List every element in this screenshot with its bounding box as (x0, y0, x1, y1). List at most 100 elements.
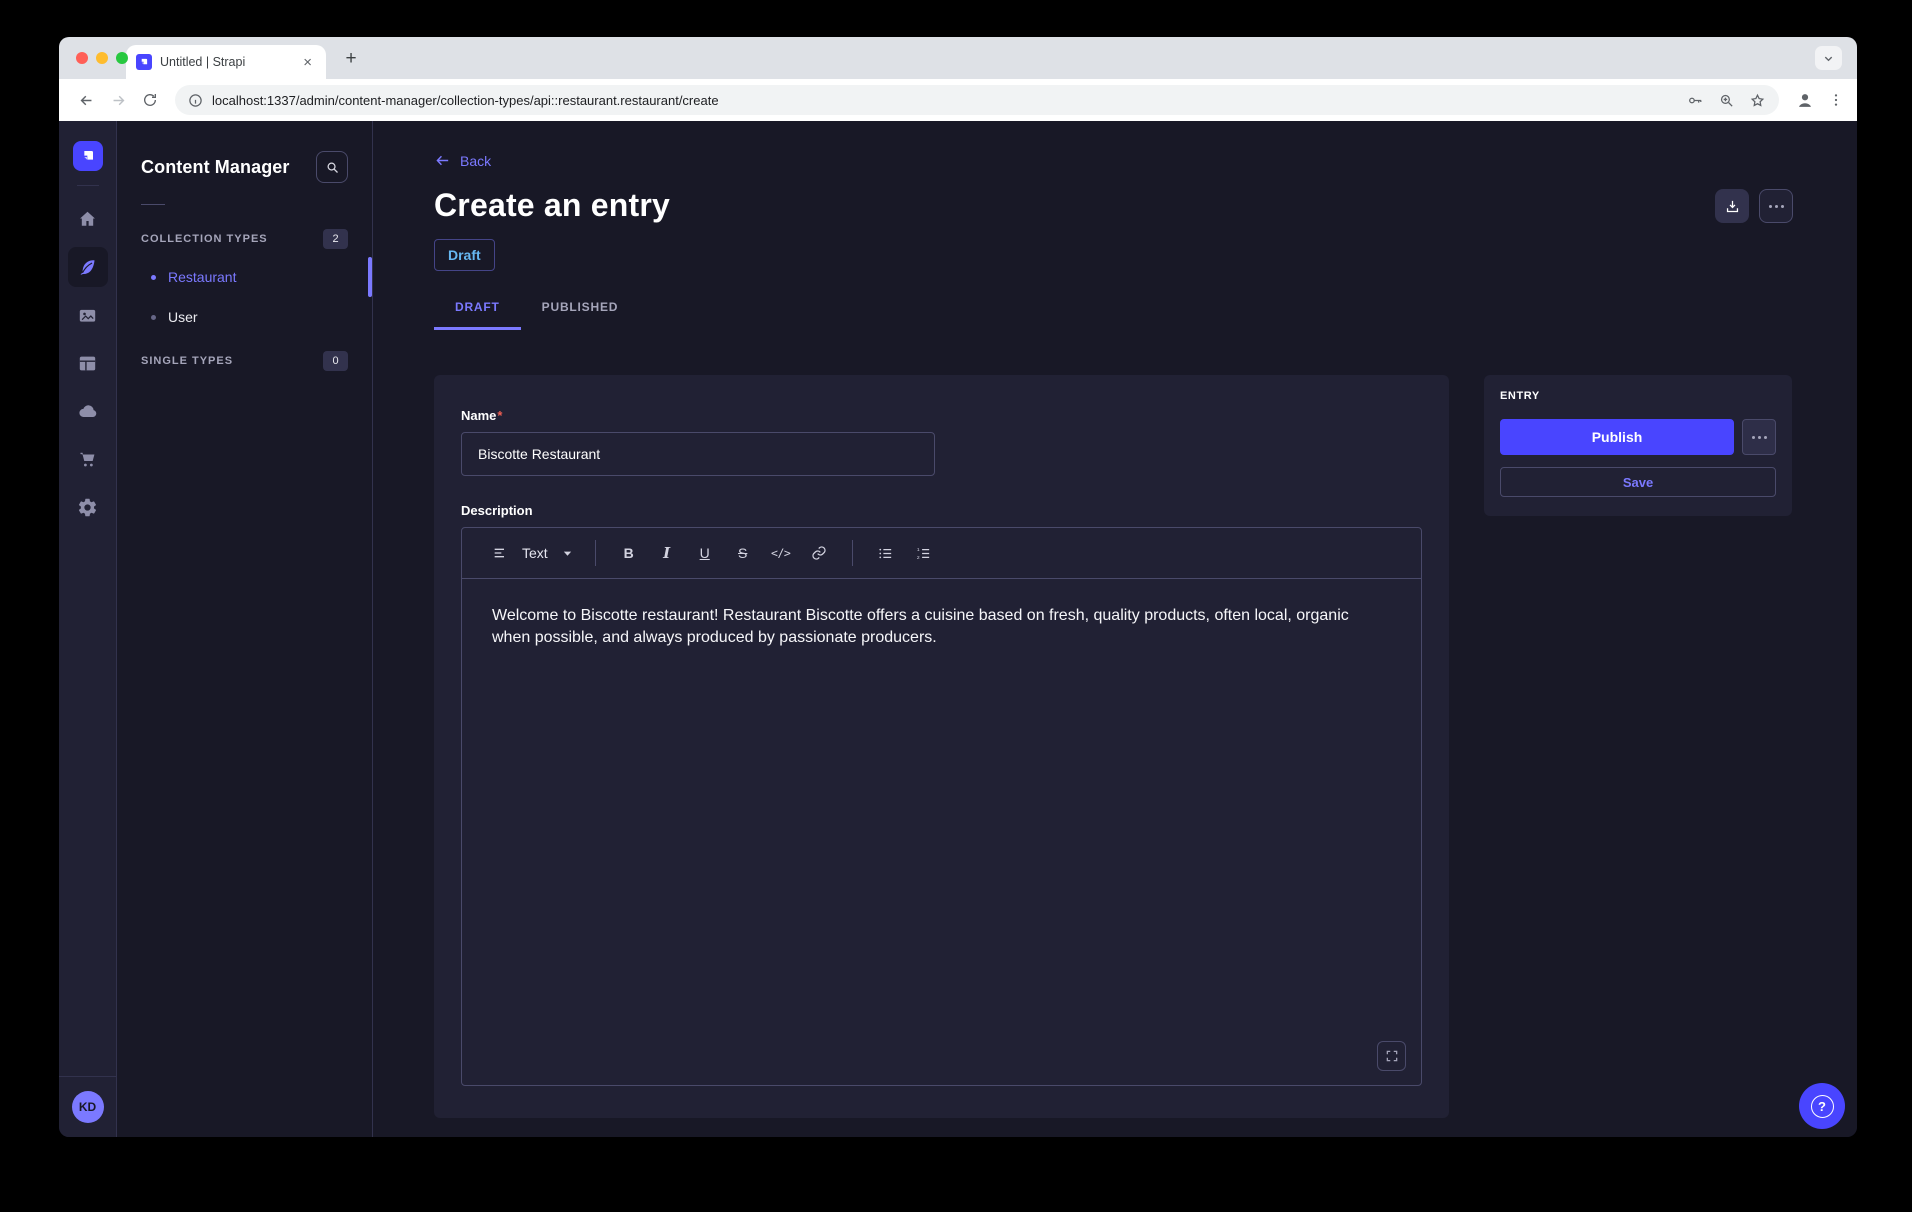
rich-text-editor: Text B I U S </> (461, 527, 1422, 1086)
entry-more-button[interactable] (1742, 419, 1776, 455)
expand-editor-button[interactable] (1377, 1041, 1406, 1071)
tab-close-icon[interactable]: × (299, 53, 316, 72)
svg-text:2: 2 (917, 555, 920, 561)
name-input[interactable] (461, 432, 935, 476)
subnav-divider (141, 204, 165, 205)
more-actions-button[interactable] (1759, 189, 1793, 223)
editor-toolbar: Text B I U S </> (462, 528, 1421, 579)
layout-icon (77, 353, 98, 374)
numbered-list-icon: 12 (915, 545, 932, 562)
feather-pen-icon (77, 257, 98, 278)
browser-toolbar: localhost:1337/admin/content-manager/col… (59, 79, 1857, 121)
reload-button[interactable] (136, 86, 164, 114)
bookmark-star-icon[interactable] (1749, 92, 1766, 109)
forward-button[interactable] (104, 86, 132, 114)
subnav-item-label: Restaurant (168, 269, 236, 285)
sidebar-item-deploy[interactable] (68, 391, 108, 431)
page-title: Create an entry (434, 187, 670, 224)
sidebar-item-content-manager[interactable] (68, 247, 108, 287)
description-field-label: Description (461, 503, 1422, 518)
cloud-icon (77, 400, 99, 422)
text-align-icon (492, 545, 508, 561)
sidebar-item-home[interactable] (68, 199, 108, 239)
back-button[interactable] (72, 86, 100, 114)
code-button[interactable]: </> (766, 537, 796, 569)
sidebar-item-marketplace[interactable] (68, 439, 108, 479)
window-maximize-button[interactable] (116, 52, 128, 64)
toolbar-separator (852, 540, 853, 566)
strapi-logo[interactable] (73, 141, 103, 171)
more-icon (1752, 436, 1767, 439)
subnav-item-label: User (168, 309, 198, 325)
description-text[interactable]: Welcome to Biscotte restaurant! Restaura… (492, 605, 1391, 649)
entry-form-card: Name* Description Text B (434, 375, 1449, 1118)
save-button[interactable]: Save (1500, 467, 1776, 497)
sidebar-divider (59, 1076, 116, 1077)
window-close-button[interactable] (76, 52, 88, 64)
browser-menu-icon[interactable] (1828, 92, 1844, 108)
download-icon (1724, 198, 1741, 215)
tab-draft[interactable]: DRAFT (434, 300, 521, 330)
strapi-favicon-icon (136, 54, 152, 70)
url-text: localhost:1337/admin/content-manager/col… (212, 93, 1678, 108)
sidebar-item-content-type-builder[interactable] (68, 343, 108, 383)
traffic-lights (76, 52, 128, 64)
url-bar[interactable]: localhost:1337/admin/content-manager/col… (175, 85, 1779, 115)
window-minimize-button[interactable] (96, 52, 108, 64)
toolbar-separator (595, 540, 596, 566)
editor-content[interactable]: Welcome to Biscotte restaurant! Restaura… (462, 579, 1421, 1085)
underline-button[interactable]: U (690, 537, 720, 569)
link-button[interactable] (804, 537, 834, 569)
bold-button[interactable]: B (614, 537, 644, 569)
cart-icon (77, 449, 98, 470)
version-tabs: DRAFT PUBLISHED (434, 300, 1793, 330)
publish-button[interactable]: Publish (1500, 419, 1734, 455)
main-navigation-sidebar: KD (59, 121, 117, 1137)
more-icon (1769, 205, 1784, 208)
gear-icon (77, 497, 98, 518)
status-badge: Draft (434, 239, 495, 271)
entry-panel: ENTRY Publish Save (1484, 375, 1792, 516)
subnav-item-user[interactable]: User (141, 297, 348, 337)
tab-title: Untitled | Strapi (160, 55, 291, 69)
sidebar-item-media-library[interactable] (68, 295, 108, 335)
profile-avatar-icon[interactable] (1794, 89, 1816, 111)
single-types-label: SINGLE TYPES (141, 355, 233, 367)
browser-tab[interactable]: Untitled | Strapi × (126, 45, 326, 79)
entry-panel-title: ENTRY (1500, 390, 1776, 402)
help-button[interactable]: ? (1799, 1083, 1845, 1129)
content-manager-subnav: Content Manager COLLECTION TYPES 2 Resta… (117, 121, 373, 1137)
site-info-icon[interactable] (188, 93, 203, 108)
subnav-item-restaurant[interactable]: Restaurant (141, 257, 348, 297)
search-icon (325, 160, 340, 175)
name-field-label: Name* (461, 408, 502, 423)
password-key-icon[interactable] (1687, 92, 1704, 109)
bullet-icon (151, 275, 156, 280)
back-link[interactable]: Back (434, 152, 491, 169)
italic-button[interactable]: I (652, 537, 682, 569)
subnav-title: Content Manager (141, 157, 290, 178)
svg-text:1: 1 (917, 547, 920, 553)
collection-types-label: COLLECTION TYPES (141, 233, 268, 245)
user-avatar[interactable]: KD (72, 1091, 104, 1123)
chevron-down-icon (562, 548, 573, 559)
bulleted-list-button[interactable] (871, 537, 901, 569)
tab-search-chevron-icon[interactable] (1815, 46, 1842, 70)
single-types-count-badge: 0 (323, 351, 348, 371)
search-button[interactable] (316, 151, 348, 183)
export-button[interactable] (1715, 189, 1749, 223)
strikethrough-button[interactable]: S (728, 537, 758, 569)
text-style-dropdown[interactable]: Text (488, 545, 577, 561)
browser-window: Untitled | Strapi × + localhost:1337/adm… (59, 37, 1857, 1137)
main-content: Back Create an entry Draft DRAFT PUBLISH… (373, 121, 1857, 1137)
sidebar-item-settings[interactable] (68, 487, 108, 527)
tab-published[interactable]: PUBLISHED (521, 300, 640, 330)
collection-types-count-badge: 2 (323, 229, 348, 249)
zoom-icon[interactable] (1718, 92, 1735, 109)
expand-icon (1385, 1049, 1399, 1063)
bullet-icon (151, 315, 156, 320)
numbered-list-button[interactable]: 12 (909, 537, 939, 569)
new-tab-button[interactable]: + (338, 46, 364, 72)
question-mark-icon: ? (1811, 1095, 1834, 1118)
arrow-left-icon (434, 152, 451, 169)
